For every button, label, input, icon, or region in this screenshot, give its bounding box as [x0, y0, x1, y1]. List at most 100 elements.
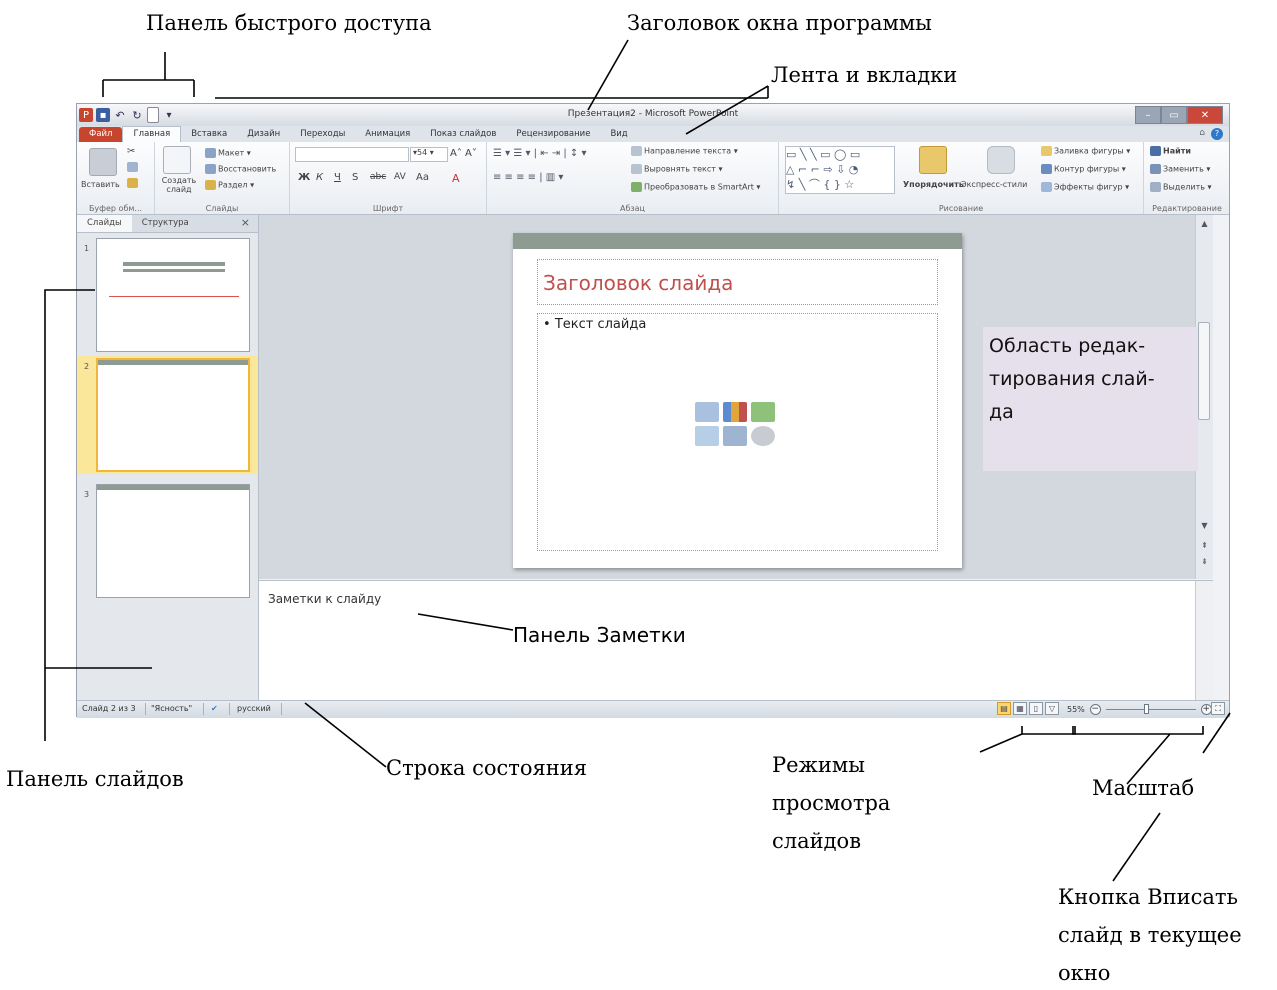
- close-icon[interactable]: ✕: [1187, 106, 1223, 124]
- shape-outline-label: Контур фигуры: [1054, 164, 1120, 174]
- smartart-button[interactable]: Преобразовать в SmartArt ▾: [631, 182, 760, 192]
- spellcheck-icon[interactable]: ✔: [211, 704, 218, 713]
- reset-label: Восстановить: [218, 164, 277, 174]
- quick-styles-icon[interactable]: [987, 146, 1015, 174]
- notes-pane[interactable]: Заметки к слайду: [259, 580, 1213, 701]
- arrange-icon[interactable]: [919, 146, 947, 174]
- format-painter-icon[interactable]: [127, 178, 140, 188]
- insert-chart-icon[interactable]: [723, 402, 747, 422]
- group-font-label: Шрифт: [372, 204, 404, 213]
- tab-animations[interactable]: Анимация: [355, 127, 420, 142]
- title-placeholder[interactable]: Заголовок слайда: [537, 259, 938, 305]
- scroll-thumb[interactable]: [1198, 322, 1210, 420]
- replace-label: Заменить: [1163, 164, 1204, 174]
- text-direction-button[interactable]: Направление текста ▾: [631, 146, 738, 156]
- align-icons[interactable]: ≡ ≡ ≡ ≡ | ▥ ▾: [493, 172, 563, 183]
- zoom-slider-knob[interactable]: [1143, 704, 1149, 714]
- grow-font-icon[interactable]: A˄ A˅: [450, 148, 477, 159]
- cut-icon[interactable]: ✂: [127, 146, 135, 157]
- minimize-icon[interactable]: –: [1135, 106, 1161, 124]
- quick-styles-button[interactable]: Экспресс-стили: [961, 180, 1027, 189]
- group-paragraph: ☰ ▾ ☰ ▾ | ⇤ ⇥ | ↕ ▾ ≡ ≡ ≡ ≡ | ▥ ▾ Направ…: [487, 142, 779, 214]
- strikethrough-icon[interactable]: abc: [370, 172, 386, 182]
- insert-picture-icon[interactable]: [695, 426, 719, 446]
- shadow-button[interactable]: S: [352, 172, 358, 183]
- tab-file[interactable]: Файл: [79, 127, 123, 142]
- language-indicator[interactable]: русский: [237, 704, 271, 713]
- slides-pane-tabs: Слайды Структура ×: [77, 215, 258, 233]
- insert-table-icon[interactable]: [695, 402, 719, 422]
- underline-button[interactable]: Ч: [334, 172, 341, 183]
- shape-outline-button[interactable]: Контур фигуры ▾: [1041, 164, 1126, 174]
- tab-transitions[interactable]: Переходы: [290, 127, 355, 142]
- italic-button[interactable]: К: [316, 172, 323, 183]
- paste-icon[interactable]: [89, 148, 117, 176]
- char-spacing-icon[interactable]: AV: [394, 172, 406, 182]
- close-pane-icon[interactable]: ×: [233, 215, 258, 232]
- bullets-icon[interactable]: ☰ ▾ ☰ ▾ | ⇤ ⇥ | ↕ ▾: [493, 148, 586, 159]
- select-button[interactable]: Выделить ▾: [1150, 182, 1212, 192]
- tab-home[interactable]: Главная: [122, 126, 182, 142]
- tab-view[interactable]: Вид: [600, 127, 637, 142]
- insert-smartart-icon[interactable]: [751, 402, 775, 422]
- slide-number: 3: [84, 490, 90, 499]
- prev-slide-icon[interactable]: ⇞: [1196, 541, 1213, 550]
- new-slide-icon[interactable]: [163, 146, 191, 174]
- tab-slides[interactable]: Слайды: [77, 215, 132, 232]
- insert-media-icon[interactable]: [751, 426, 775, 446]
- shapes-gallery[interactable]: ▭ ╲ ╲ ▭ ◯ ▭ △ ⌐ ⌐ ⇨ ⇩ ◔ ↯ ╲ ⌒ { } ☆: [785, 146, 895, 194]
- shape-effects-button[interactable]: Эффекты фигур ▾: [1041, 182, 1129, 192]
- thumbnail: [96, 484, 250, 598]
- minimize-ribbon-icon[interactable]: ⌂: [1199, 128, 1205, 138]
- annotation-status-bar: Строка состояния: [386, 756, 588, 780]
- reading-view-icon[interactable]: ▯: [1029, 702, 1043, 715]
- slideshow-view-icon[interactable]: ▽: [1045, 702, 1059, 715]
- thumbnail: [96, 358, 250, 472]
- current-slide[interactable]: Заголовок слайда • Текст слайда: [513, 233, 962, 568]
- find-button[interactable]: Найти: [1150, 146, 1191, 156]
- help-icon[interactable]: ?: [1211, 128, 1223, 140]
- normal-view-icon[interactable]: ▤: [997, 702, 1011, 715]
- font-name-field[interactable]: [295, 147, 409, 162]
- section-button[interactable]: Раздел ▾: [205, 180, 254, 190]
- slide-number: 1: [84, 244, 90, 253]
- tab-outline[interactable]: Структура: [132, 215, 199, 232]
- arrange-button[interactable]: Упорядочить: [903, 180, 964, 189]
- maximize-icon[interactable]: ▭: [1161, 106, 1187, 124]
- slides-pane: Слайды Структура × 1 2 3: [77, 215, 259, 700]
- font-color-button[interactable]: A: [452, 172, 460, 185]
- paste-button[interactable]: Вставить: [81, 180, 120, 189]
- body-placeholder[interactable]: • Текст слайда: [537, 313, 938, 551]
- fit-slide-icon[interactable]: ⛶: [1211, 702, 1225, 715]
- tab-slideshow[interactable]: Показ слайдов: [420, 127, 506, 142]
- slide-thumbnail-2[interactable]: 2: [77, 356, 258, 474]
- tab-design[interactable]: Дизайн: [237, 127, 290, 142]
- zoom-slider[interactable]: [1105, 704, 1196, 714]
- font-size-field[interactable]: ▾54 ▾: [410, 147, 448, 162]
- insert-clipart-icon[interactable]: [723, 426, 747, 446]
- shape-fill-button[interactable]: Заливка фигуры ▾: [1041, 146, 1130, 156]
- replace-button[interactable]: Заменить ▾: [1150, 164, 1210, 174]
- layout-button[interactable]: Макет ▾: [205, 148, 251, 158]
- change-case-button[interactable]: Aa: [416, 172, 429, 183]
- slide-thumbnail-3[interactable]: 3: [77, 484, 258, 602]
- scroll-down-icon[interactable]: ▼: [1196, 521, 1213, 530]
- reset-button[interactable]: Восстановить: [205, 164, 276, 174]
- next-slide-icon[interactable]: ⇟: [1196, 557, 1213, 566]
- zoom-level[interactable]: 55%: [1067, 705, 1085, 714]
- copy-icon[interactable]: [127, 162, 140, 172]
- scroll-up-icon[interactable]: ▲: [1196, 219, 1213, 228]
- tab-insert[interactable]: Вставка: [181, 127, 237, 142]
- bold-button[interactable]: Ж: [298, 172, 310, 183]
- slide-thumbnail-1[interactable]: 1: [77, 238, 258, 356]
- tab-review[interactable]: Рецензирование: [506, 127, 600, 142]
- new-slide-button[interactable]: Создать слайд: [159, 176, 199, 194]
- slide-body-text: • Текст слайда: [543, 317, 647, 332]
- theme-name: "Ясность": [151, 704, 193, 713]
- align-text-button[interactable]: Выровнять текст ▾: [631, 164, 723, 174]
- layout-label: Макет: [218, 148, 245, 158]
- zoom-out-icon[interactable]: −: [1089, 704, 1101, 715]
- notes-scrollbar[interactable]: [1195, 581, 1213, 701]
- shape-fill-label: Заливка фигуры: [1054, 146, 1124, 156]
- slide-sorter-icon[interactable]: ▦: [1013, 702, 1027, 715]
